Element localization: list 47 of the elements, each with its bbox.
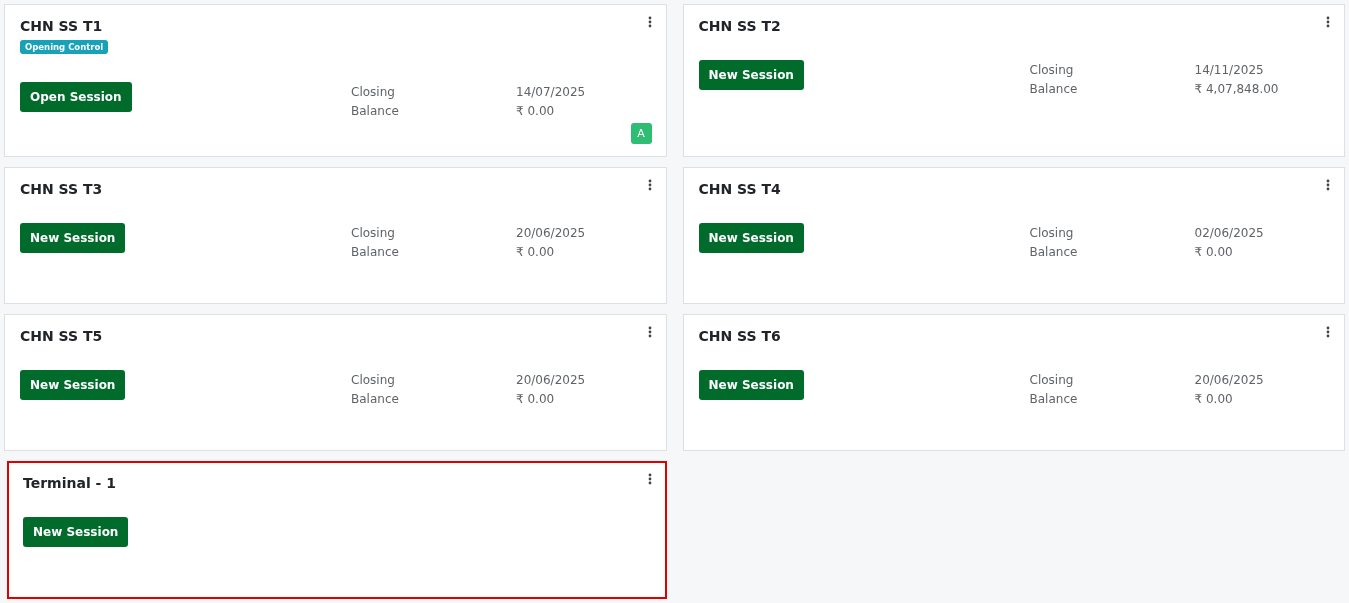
terminal-name: CHN SS T3	[20, 180, 103, 197]
terminal-name: CHN SS T4	[698, 180, 781, 197]
terminal-name: Terminal - 1	[23, 474, 116, 491]
session-button[interactable]: New Session	[698, 370, 804, 400]
stat-value: ₹ 0.00	[516, 103, 556, 119]
stat-label: Balance	[351, 391, 400, 407]
session-button[interactable]: New Session	[23, 517, 129, 547]
terminal-name: CHN SS T5	[20, 327, 103, 344]
more-options-icon[interactable]	[647, 473, 652, 485]
more-options-icon[interactable]	[647, 16, 652, 28]
stat-label: Balance	[351, 103, 400, 119]
stat-value: 14/11/2025	[1194, 62, 1265, 78]
stat-value: ₹ 0.00	[516, 391, 556, 407]
stat-label: Closing	[1029, 62, 1075, 78]
more-options-icon[interactable]	[647, 179, 652, 191]
stat-value: 20/06/2025	[516, 372, 587, 388]
stat-value: ₹ 0.00	[1194, 391, 1234, 407]
more-options-icon[interactable]	[1326, 326, 1330, 338]
session-button[interactable]: New Session	[20, 370, 126, 400]
terminal-name: CHN SS T2	[698, 17, 781, 34]
session-button[interactable]: New Session	[20, 223, 126, 253]
stat-label: Balance	[351, 244, 400, 260]
stat-label: Closing	[351, 372, 396, 388]
stat-label: Balance	[1029, 244, 1079, 260]
more-options-icon[interactable]	[1326, 179, 1330, 191]
stat-label: Closing	[1029, 372, 1075, 388]
session-button[interactable]: Open Session	[20, 82, 132, 112]
more-options-icon[interactable]	[1326, 16, 1330, 28]
stat-value: 20/06/2025	[1194, 372, 1265, 388]
stat-label: Balance	[1029, 391, 1079, 407]
more-options-icon[interactable]	[647, 326, 652, 338]
stat-label: Closing	[1029, 225, 1075, 241]
stat-value: ₹ 0.00	[1194, 244, 1234, 260]
stat-value: ₹ 4,07,848.00	[1194, 81, 1280, 97]
user-avatar: A	[630, 123, 652, 144]
session-button[interactable]: New Session	[698, 223, 804, 253]
stat-label: Balance	[1029, 81, 1079, 97]
stat-value: ₹ 0.00	[516, 244, 556, 260]
terminal-name: CHN SS T6	[698, 327, 781, 344]
stat-label: Closing	[351, 225, 396, 241]
stat-value: 02/06/2025	[1194, 225, 1265, 241]
stat-value: 14/07/2025	[516, 84, 587, 100]
stat-label: Closing	[351, 84, 396, 100]
terminal-name: CHN SS T1	[20, 17, 103, 34]
stat-value: 20/06/2025	[516, 225, 587, 241]
status-tag: Opening Control	[20, 40, 109, 54]
session-button[interactable]: New Session	[698, 60, 804, 90]
